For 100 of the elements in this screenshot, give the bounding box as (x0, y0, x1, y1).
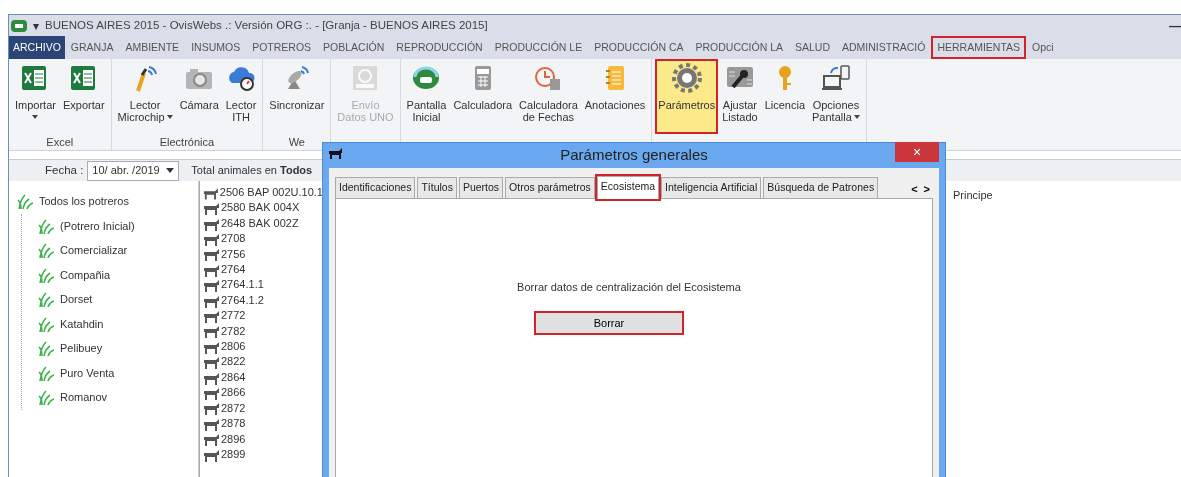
tab[interactable]: Inteligencia Artificial (661, 177, 762, 198)
ribbon-button[interactable]: Anotaciones (581, 59, 649, 134)
tab[interactable]: Títulos (417, 177, 457, 198)
animal-item[interactable]: 2772 (221, 308, 246, 324)
menu-tab[interactable]: INSUMOS (185, 36, 247, 59)
menu-tab[interactable]: GRANJA (64, 36, 120, 59)
tab[interactable]: Puertos (458, 177, 504, 198)
sheep-icon (329, 147, 343, 159)
minimize-button[interactable]: — (1169, 16, 1181, 35)
grass-icon (38, 291, 54, 308)
grass-icon (38, 266, 54, 283)
tab[interactable]: Búsqueda de Patrones (763, 177, 879, 198)
tab[interactable]: Identificaciones (335, 177, 416, 198)
quick-access-dropdown[interactable]: ▾ (33, 16, 39, 35)
message-text: Borrar datos de centralización del Ecosistema (517, 279, 741, 295)
tree-item[interactable]: Pelibuey (60, 340, 103, 357)
menu-tab[interactable]: ARCHIVO (9, 36, 65, 59)
sheep-icon (203, 324, 219, 339)
sheep-icon (203, 401, 219, 416)
ribbon-button[interactable]: Opciones Pantalla (809, 59, 863, 134)
ribbon-button[interactable]: Calculadora (450, 59, 516, 134)
ribbon-button[interactable]: Sincronizar (266, 59, 328, 134)
close-button[interactable]: × (895, 142, 939, 162)
animal-item[interactable]: 2896 (221, 431, 246, 447)
sheep-icon (203, 386, 219, 400)
tree-item[interactable]: (Potrero Inicial) (60, 217, 135, 234)
menu-tab[interactable]: PRODUCCIÓN LA (689, 36, 789, 59)
sheep-icon (203, 247, 219, 262)
animal-item[interactable]: 2506 BAP 002U.10.1 (219, 185, 323, 201)
tree-item[interactable]: Katahdin (60, 315, 104, 332)
animal-item[interactable]: 2764.1.2 (221, 292, 264, 309)
tree-item[interactable]: Puro Venta (60, 364, 115, 381)
animal-item[interactable]: 2878 (221, 416, 246, 432)
tree-item[interactable]: Compañia (60, 266, 111, 283)
scroll-right-button[interactable]: > (920, 181, 933, 198)
window-title: BUENOS AIRES 2015 - OvisWebs .: Versión ORG :. - [Granja - BUENOS AIRES 2015] (45, 17, 488, 33)
ribbon-button[interactable]: Lector ITH (222, 59, 260, 134)
tree-item[interactable]: Dorset (60, 291, 93, 308)
app-logo-icon (11, 19, 27, 32)
gear-icon (671, 63, 702, 93)
tab[interactable]: Otros parámetros (505, 177, 595, 198)
animal-item[interactable]: 2822 (221, 354, 246, 370)
menu-tab[interactable]: HERRAMIENTAS (931, 36, 1027, 59)
menu-tab[interactable]: AMBIENTE (119, 36, 186, 59)
ribbon-button[interactable]: Calculadora de Fechas (516, 59, 581, 134)
animal-item[interactable]: 2764 (221, 262, 246, 278)
menu-tab[interactable]: PRODUCCIÓN LE (488, 36, 589, 59)
dropdown-arrow-icon (166, 168, 175, 173)
sheep-icon (203, 432, 219, 447)
ribbon-group-label: Excel (45, 135, 75, 150)
menu-tab[interactable]: POTREROS (246, 36, 318, 59)
sheep-icon (203, 355, 219, 370)
tab[interactable]: Ecosistema (596, 176, 660, 199)
ribbon-group-label: Electrónica (158, 135, 216, 150)
grass-icon (38, 242, 54, 259)
sheep-icon (203, 201, 219, 216)
animal-item[interactable]: 2864 (221, 369, 246, 386)
animal-item[interactable]: 2866 (221, 385, 246, 401)
animal-item[interactable]: 2872 (221, 400, 246, 417)
animal-item[interactable]: 2899 (221, 446, 246, 463)
sheep-icon (203, 278, 219, 293)
menu-tab[interactable]: PRODUCCIÓN CA (588, 36, 690, 59)
dialog-title: Parámetros generales (560, 145, 708, 166)
animal-item[interactable]: 2756 (221, 246, 246, 263)
animal-item[interactable]: 2806 (221, 339, 246, 355)
menu-tab[interactable]: SALUD (789, 36, 836, 59)
date-dropdown[interactable]: 10/ abr. /2019 (87, 160, 180, 181)
menu-tab[interactable]: POBLACIÓN (317, 36, 391, 59)
ribbon-button[interactable]: Parámetros (655, 59, 719, 134)
grass-icon (38, 389, 54, 406)
ribbon-button[interactable]: Ajustar Listado (719, 59, 761, 134)
delete-button[interactable]: Borrar (534, 311, 684, 336)
tree-item[interactable]: Romanov (60, 389, 108, 406)
animal-item[interactable]: 2782 (221, 323, 246, 340)
tree-item[interactable]: Comercializar (60, 242, 128, 259)
tree-item[interactable]: Todos los potreros (39, 193, 129, 210)
ribbon-button[interactable]: Lector Microchip (114, 59, 176, 134)
scroll-left-button[interactable]: < (908, 181, 921, 198)
grass-icon (38, 364, 54, 381)
animal-item[interactable]: 2580 BAK 004X (221, 200, 300, 216)
ribbon-button[interactable]: Exportar (59, 59, 108, 134)
total-animals-label: Total animales en Todos (191, 163, 313, 179)
ribbon-button[interactable]: Pantalla Inicial (403, 59, 450, 134)
animal-item[interactable]: 2708 (221, 231, 246, 247)
grass-icon (38, 315, 54, 332)
date-label: Fecha : (45, 162, 84, 178)
menu-tab[interactable]: REPRODUCCIÓN (390, 36, 489, 59)
menu-tab[interactable]: ADMINISTRACIÓ (836, 36, 932, 59)
ribbon-button[interactable]: Importar (12, 59, 59, 134)
grass-icon (38, 217, 54, 234)
animal-item[interactable]: 2648 BAK 002Z (221, 215, 299, 232)
column-text: Principe (953, 189, 993, 201)
ribbon-button[interactable]: Cámara (176, 59, 222, 134)
ribbon-group-label: We (287, 135, 306, 150)
ribbon-button[interactable]: Licencia (761, 59, 809, 134)
laptop-phone-icon (820, 63, 851, 93)
animal-item[interactable]: 2764.1.1 (221, 277, 264, 293)
grass-icon (17, 193, 33, 210)
grass-icon (38, 340, 54, 357)
menu-tab[interactable]: Opci (1026, 36, 1056, 59)
